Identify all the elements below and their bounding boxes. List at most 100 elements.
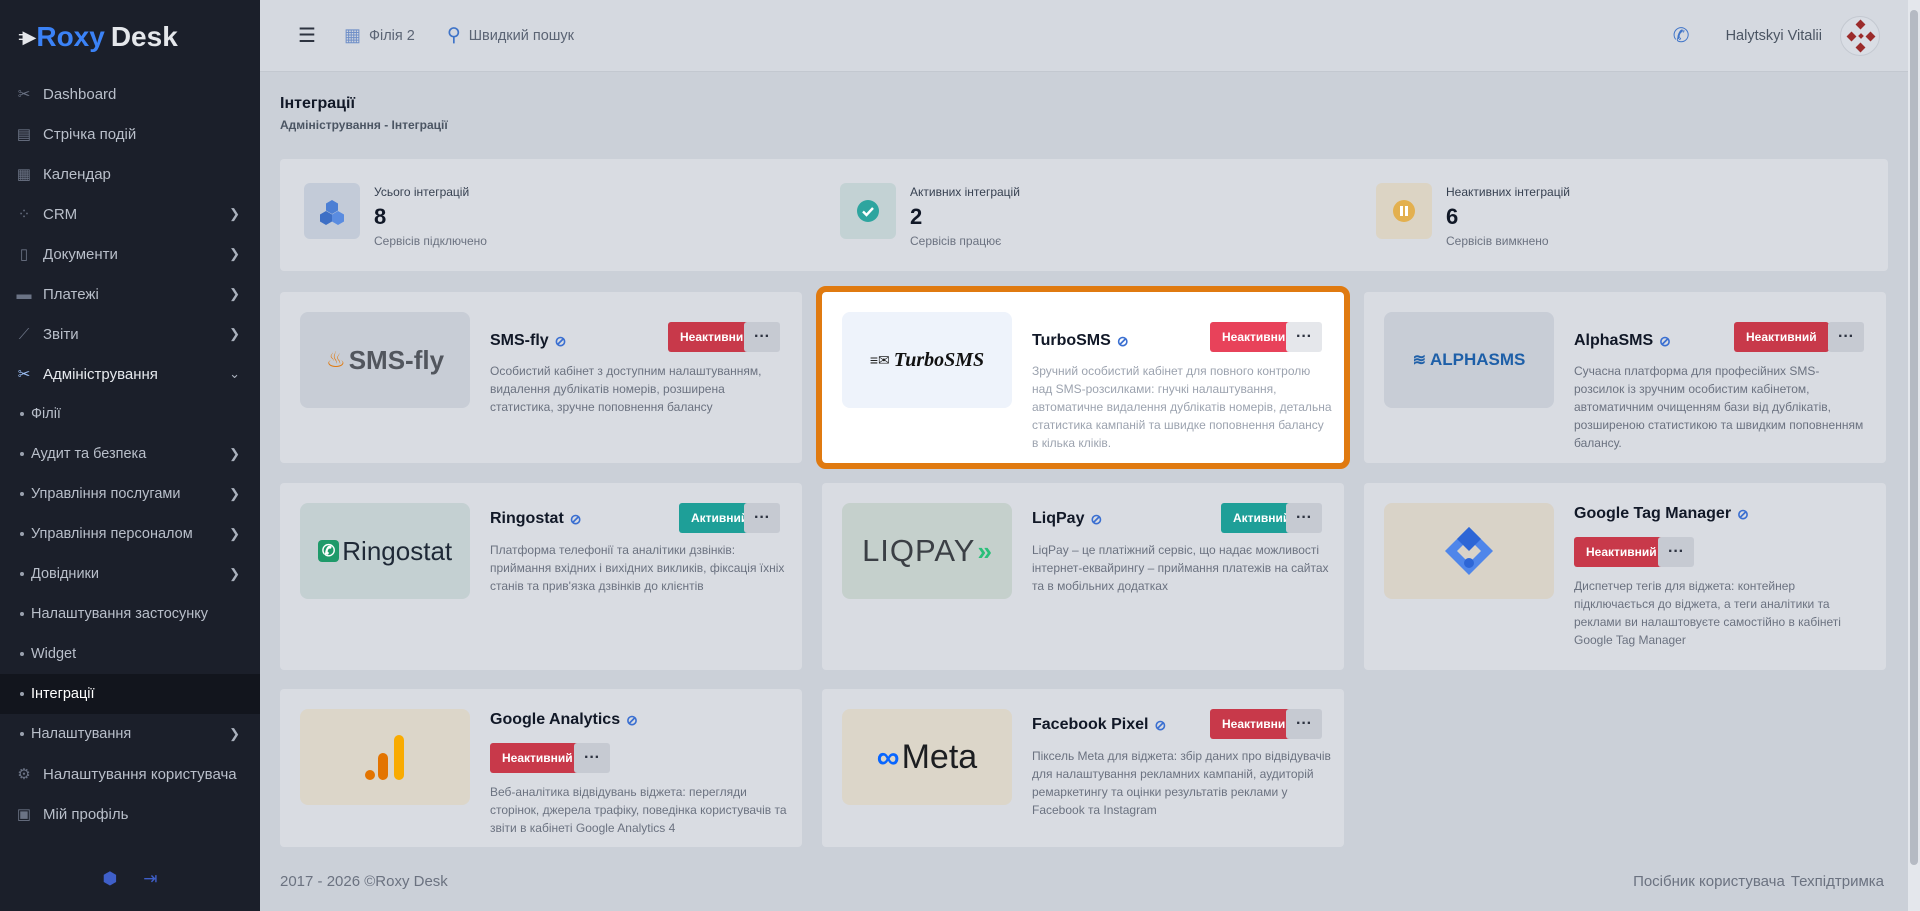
card-name: AlphaSMS ⊘ [1574,332,1671,349]
branch-selector[interactable]: ▦ Філія 2 [344,25,415,46]
smsfly-logo: ♨ SMS-fly [300,312,470,408]
sidebar-footer: ⬢ ⇥ [0,847,260,911]
sidebar-item-profile[interactable]: ▣ Мій профіль [0,794,260,834]
sidebar-item-label: Widget [31,646,77,662]
card-name: Ringostat ⊘ [490,510,582,527]
card-description: Зручний особистий кабінет для повного ко… [1032,364,1332,450]
stat-active: Активних інтеграцій 2 Сервісів працює [816,159,1352,271]
sidebar-item-app-settings[interactable]: Налаштування застосунку [0,594,260,634]
logout-icon[interactable]: ⇥ [143,869,157,889]
sidebar-item-payments[interactable]: ▬ Платежі ❯ [0,274,260,314]
stat-label: Активних інтеграцій [910,185,1020,199]
more-button[interactable]: ··· [1828,322,1864,352]
scrollbar[interactable] [1908,0,1920,911]
sidebar: =▶ Roxy Desk ✂ Dashboard ▤ Стрічка подій ▦… [0,0,260,911]
sidebar-item-widget[interactable]: Widget [0,634,260,674]
bullet-icon [20,412,24,416]
sidebar-item-label: Dashboard [43,85,117,103]
sidebar-item-feed[interactable]: ▤ Стрічка подій [0,114,260,154]
sidebar-item-label: Календар [43,165,111,183]
more-button[interactable]: ··· [1286,503,1322,533]
link-icon: ⊘ [1737,505,1749,522]
more-button[interactable]: ··· [1658,537,1694,567]
stat-total: Усього інтеграцій 8 Сервісів підключено [280,159,816,271]
integration-card-liqpay[interactable]: LIQPAY» LiqPay ⊘ Активний ··· LiqPay – це… [822,483,1344,670]
avatar[interactable] [1840,15,1880,56]
sidebar-item-integrations[interactable]: Інтеграції [0,674,260,714]
stat-subtext: Сервісів підключено [374,234,487,248]
integration-card-smsfly[interactable]: ♨ SMS-fly SMS-fly ⊘ Неактивний ··· Особист… [280,292,802,463]
sidebar-item-calendar[interactable]: ▦ Календар [0,154,260,194]
integration-card-alphasms[interactable]: ≋ ALPHASMS AlphaSMS ⊘ Неактивний ··· Сучас… [1364,292,1886,463]
sidebar-item-user-settings[interactable]: ⚙ Налаштування користувача [0,754,260,794]
brand-arrow-icon: =▶ [18,26,37,47]
more-button[interactable]: ··· [1286,322,1322,352]
quick-search[interactable]: ⚲ Швидкий пошук [447,24,574,47]
more-button[interactable]: ··· [574,743,610,773]
sidebar-item-dashboard[interactable]: ✂ Dashboard [0,74,260,114]
stat-subtext: Сервісів вимкнено [1446,234,1549,248]
card-description: Сучасна платформа для професійних SMS-ро… [1574,364,1864,450]
card-description: Особистий кабінет з доступним налаштуван… [490,364,762,414]
phone-icon[interactable]: ✆ [1673,23,1690,48]
integration-card-ringostat[interactable]: ✆ Ringostat Ringostat ⊘ Активний ··· Платф… [280,483,802,670]
sidebar-item-reports[interactable]: ⟋ Звіти ❯ [0,314,260,354]
card-description: LiqPay – це платіжний сервіс, що надає м… [1032,543,1329,593]
status-badge: Неактивний [1734,322,1829,352]
sidebar-item-crm[interactable]: ⁘ CRM ❯ [0,194,260,234]
stat-value: 2 [910,204,923,229]
user-name[interactable]: Halytskyi Vitalii [1726,28,1822,44]
sidebar-item-administration[interactable]: ✂ Адміністрування ⌄ [0,354,260,394]
stat-inactive: Неактивних інтеграцій 6 Сервісів вимкнен… [1352,159,1888,271]
bullet-icon [20,652,24,656]
sidebar-item-documents[interactable]: ▯ Документи ❯ [0,234,260,274]
admin-icon: ✂ [17,366,31,383]
integration-card-turbosms[interactable]: ≡✉ TurboSMS TurboSMS ⊘ Неактивний ··· Зруч… [816,286,1350,469]
bullet-icon [20,572,24,576]
footer-copyright: 2017 - 2026 ©Roxy Desk [280,873,448,890]
sidebar-item-label: Довідники [31,566,99,582]
brand-logo[interactable]: =▶ Roxy Desk [0,0,260,74]
sidebar-item-services[interactable]: Управління послугами ❯ [0,474,260,514]
sidebar-item-audit[interactable]: Аудит та безпека ❯ [0,434,260,474]
hexagon-icon[interactable]: ⬢ [102,869,117,889]
more-button[interactable]: ··· [744,322,780,352]
chevron-right-icon: ❯ [229,486,240,501]
bullet-icon [20,452,24,456]
main-content: Інтеграції Адміністрування - Інтеграції … [260,73,1908,911]
integration-card-ga[interactable]: Google Analytics ⊘ Неактивний ··· Веб-ана… [280,689,802,847]
menu-toggle-icon[interactable]: ☰ [298,23,316,48]
feed-icon: ▤ [16,126,32,143]
sidebar-item-label: Документи [43,245,118,263]
user-guide-link[interactable]: Посібник користувача [1633,873,1785,890]
sidebar-item-label: Управління послугами [31,486,181,502]
topbar: ☰ ▦ Філія 2 ⚲ Швидкий пошук ✆ Halytskyi … [260,0,1908,72]
link-icon: ⊘ [554,332,567,349]
more-button[interactable]: ··· [744,503,780,533]
sidebar-item-settings[interactable]: Налаштування ❯ [0,714,260,754]
page-title: Інтеграції [280,95,355,112]
analytics-icon [365,735,404,780]
card-description: Веб-аналітика відвідувань віджета: перег… [490,785,787,835]
sidebar-item-label: CRM [43,205,78,223]
sidebar-item-directories[interactable]: Довідники ❯ [0,554,260,594]
sidebar-item-staff[interactable]: Управління персоналом ❯ [0,514,260,554]
chevron-right-icon: ❯ [229,446,240,461]
support-link[interactable]: Техпідтримка [1791,873,1884,890]
meta-logo: ∞ Meta [842,709,1012,805]
integration-card-gtm[interactable]: Google Tag Manager ⊘ Неактивний ··· Диспе… [1364,483,1886,670]
more-button[interactable]: ··· [1286,709,1322,739]
integration-card-fbpixel[interactable]: ∞ Meta Facebook Pixel ⊘ Неактивний ··· Пік… [822,689,1344,847]
sidebar-item-label: Аудит та безпека [31,446,147,462]
chevron-right-icon: ❯ [229,566,240,581]
chevron-down-icon: ⌄ [229,366,240,381]
sidebar-nav: ✂ Dashboard ▤ Стрічка подій ▦ Календар ⁘ CRM… [0,74,260,834]
payment-icon: ▬ [16,285,32,303]
status-badge: Неактивний [1574,537,1669,567]
sidebar-item-branches[interactable]: Філії [0,394,260,434]
scrollbar-thumb[interactable] [1910,10,1918,865]
sidebar-item-label: Адміністрування [43,365,158,383]
card-name: LiqPay ⊘ [1032,510,1103,527]
search-label: Швидкий пошук [468,27,575,44]
bullet-icon [20,492,24,496]
